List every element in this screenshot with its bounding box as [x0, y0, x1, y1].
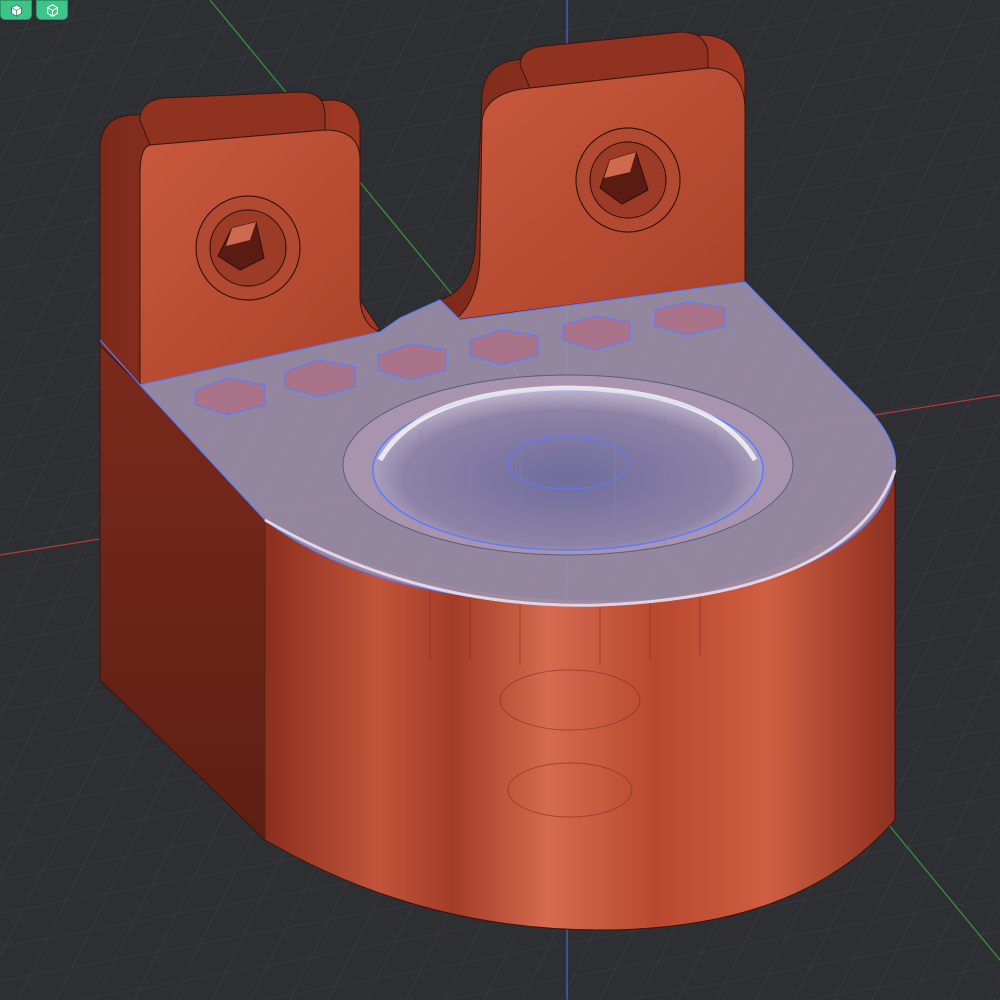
3d-viewport[interactable]: [0, 0, 1000, 1000]
view-cube-outline-button[interactable]: [36, 0, 68, 20]
central-bore: [342, 374, 794, 556]
view-cube-outline-icon: [46, 3, 58, 17]
view-cube-icon: [10, 3, 22, 17]
view-toolbar: [0, 0, 68, 20]
view-cube-button[interactable]: [0, 0, 32, 20]
